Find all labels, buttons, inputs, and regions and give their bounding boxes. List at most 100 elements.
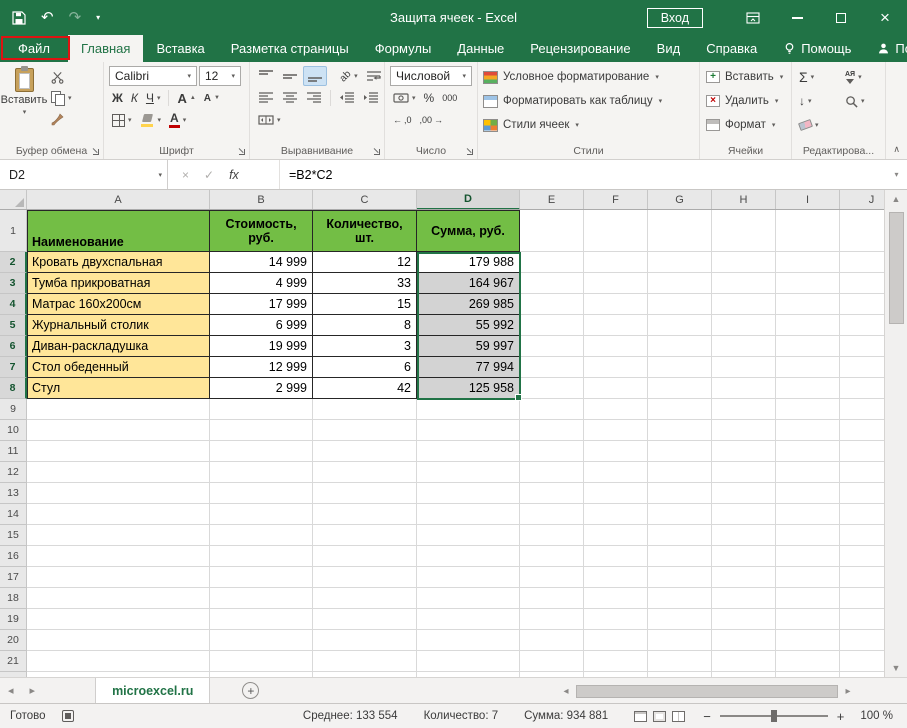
cell-A9[interactable]: [27, 399, 210, 420]
cell-E19[interactable]: [520, 609, 584, 630]
cell-C5[interactable]: 8: [313, 315, 417, 336]
cell-E1[interactable]: [520, 210, 584, 252]
login-button[interactable]: Вход: [647, 8, 703, 28]
cell-G1[interactable]: [648, 210, 712, 252]
cell-H2[interactable]: [712, 252, 776, 273]
vertical-scroll-thumb[interactable]: [889, 212, 904, 324]
grow-font-button[interactable]: А▲: [174, 88, 198, 108]
row-header-11[interactable]: 11: [0, 441, 27, 462]
fill-button[interactable]: ↓▾: [796, 91, 842, 111]
clear-button[interactable]: ▾: [796, 115, 842, 135]
row-header-6[interactable]: 6: [0, 336, 27, 357]
cell-G16[interactable]: [648, 546, 712, 567]
row-header-8[interactable]: 8: [0, 378, 27, 399]
align-left-button[interactable]: [255, 88, 277, 108]
cell-F3[interactable]: [584, 273, 648, 294]
column-header-D[interactable]: D: [417, 190, 520, 210]
cell-I16[interactable]: [776, 546, 840, 567]
cancel-formula-button[interactable]: ×: [182, 168, 189, 182]
ribbon-tab[interactable]: Вставка: [143, 35, 217, 62]
cell-styles-button[interactable]: Стили ячеек ▾: [478, 113, 699, 137]
cell-B3[interactable]: 4 999: [210, 273, 313, 294]
cell-C12[interactable]: [313, 462, 417, 483]
cell-H7[interactable]: [712, 357, 776, 378]
row-header-16[interactable]: 16: [0, 546, 27, 567]
cell-C6[interactable]: 3: [313, 336, 417, 357]
cell-C7[interactable]: 6: [313, 357, 417, 378]
row-header-2[interactable]: 2: [0, 252, 27, 273]
cell-B14[interactable]: [210, 504, 313, 525]
copy-button[interactable]: ▾: [48, 88, 75, 108]
close-button[interactable]: ×: [863, 0, 907, 35]
enter-formula-button[interactable]: ✓: [204, 168, 214, 182]
collapse-ribbon-button[interactable]: ∧: [893, 144, 900, 155]
add-sheet-button[interactable]: +: [242, 682, 259, 699]
cell-F6[interactable]: [584, 336, 648, 357]
cell-A13[interactable]: [27, 483, 210, 504]
dialog-launcher-icon[interactable]: [91, 147, 100, 156]
borders-button[interactable]: ▾: [109, 110, 135, 130]
cell-B5[interactable]: 6 999: [210, 315, 313, 336]
cell-J7[interactable]: [840, 357, 884, 378]
save-button[interactable]: [12, 11, 26, 25]
row-header-17[interactable]: 17: [0, 567, 27, 588]
cell-F19[interactable]: [584, 609, 648, 630]
cell-C18[interactable]: [313, 588, 417, 609]
cell-J14[interactable]: [840, 504, 884, 525]
ribbon-tab[interactable]: Справка: [693, 35, 770, 62]
cell-J17[interactable]: [840, 567, 884, 588]
cell-E2[interactable]: [520, 252, 584, 273]
cell-I17[interactable]: [776, 567, 840, 588]
cell-A17[interactable]: [27, 567, 210, 588]
cell-G9[interactable]: [648, 399, 712, 420]
cell-H1[interactable]: [712, 210, 776, 252]
cell-D13[interactable]: [417, 483, 520, 504]
cell-J19[interactable]: [840, 609, 884, 630]
cell-G18[interactable]: [648, 588, 712, 609]
row-header-4[interactable]: 4: [0, 294, 27, 315]
cell-B4[interactable]: 17 999: [210, 294, 313, 315]
cell-C2[interactable]: 12: [313, 252, 417, 273]
cell-B2[interactable]: 14 999: [210, 252, 313, 273]
merge-center-button[interactable]: ▾: [255, 110, 284, 130]
cell-H8[interactable]: [712, 378, 776, 399]
decrease-indent-button[interactable]: [336, 88, 358, 108]
cell-D9[interactable]: [417, 399, 520, 420]
column-header-C[interactable]: C: [313, 190, 417, 210]
cell-H10[interactable]: [712, 420, 776, 441]
cell-A5[interactable]: Журнальный столик: [27, 315, 210, 336]
zoom-slider[interactable]: [720, 715, 828, 717]
cell-G10[interactable]: [648, 420, 712, 441]
column-header-G[interactable]: G: [648, 190, 712, 210]
cell-B21[interactable]: [210, 651, 313, 672]
cell-I5[interactable]: [776, 315, 840, 336]
cell-E6[interactable]: [520, 336, 584, 357]
cell-E3[interactable]: [520, 273, 584, 294]
dialog-launcher-icon[interactable]: [465, 147, 474, 156]
row-header-5[interactable]: 5: [0, 315, 27, 336]
column-header-H[interactable]: H: [712, 190, 776, 210]
cut-button[interactable]: [48, 67, 75, 87]
cell-I7[interactable]: [776, 357, 840, 378]
column-header-B[interactable]: B: [210, 190, 313, 210]
align-top-button[interactable]: [255, 66, 277, 86]
insert-cells-button[interactable]: +Вставить▾: [700, 65, 791, 89]
dialog-launcher-icon[interactable]: [372, 147, 381, 156]
font-size-combo[interactable]: 12▾: [199, 66, 241, 86]
name-box[interactable]: D2 ▾: [0, 160, 168, 189]
cell-H6[interactable]: [712, 336, 776, 357]
cell-J1[interactable]: [840, 210, 884, 252]
cell-D12[interactable]: [417, 462, 520, 483]
zoom-out-button[interactable]: −: [703, 710, 711, 723]
cell-B1[interactable]: Стоимость, руб.: [210, 210, 313, 252]
cell-J8[interactable]: [840, 378, 884, 399]
zoom-slider-thumb[interactable]: [771, 710, 777, 722]
cell-C9[interactable]: [313, 399, 417, 420]
cell-H9[interactable]: [712, 399, 776, 420]
wrap-text-button[interactable]: [363, 66, 385, 86]
cell-A20[interactable]: [27, 630, 210, 651]
cell-F16[interactable]: [584, 546, 648, 567]
cell-G12[interactable]: [648, 462, 712, 483]
cell-H12[interactable]: [712, 462, 776, 483]
cell-J16[interactable]: [840, 546, 884, 567]
